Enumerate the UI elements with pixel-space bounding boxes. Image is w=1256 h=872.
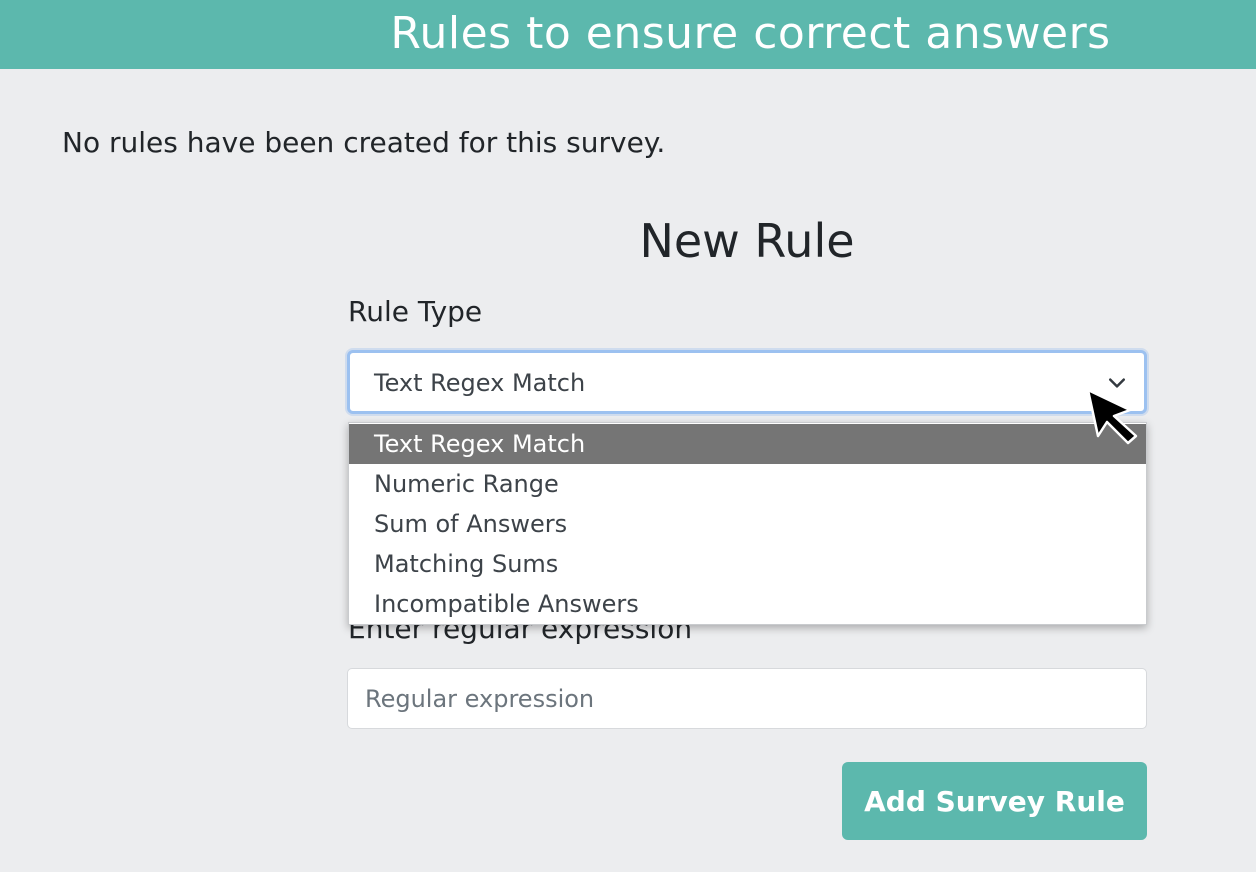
regex-input[interactable] bbox=[347, 668, 1147, 729]
rule-type-option-text-regex-match[interactable]: Text Regex Match bbox=[349, 424, 1146, 464]
page-header: Rules to ensure correct answers bbox=[0, 0, 1256, 69]
rule-type-label: Rule Type bbox=[348, 295, 483, 328]
rule-type-selected-value: Text Regex Match bbox=[374, 369, 586, 397]
new-rule-title: New Rule bbox=[639, 214, 855, 268]
rule-type-dropdown-list: Text Regex Match Numeric Range Sum of An… bbox=[348, 422, 1147, 625]
rule-type-select[interactable]: Text Regex Match bbox=[347, 350, 1147, 414]
rule-type-option-matching-sums[interactable]: Matching Sums bbox=[349, 544, 1146, 584]
rule-type-option-numeric-range[interactable]: Numeric Range bbox=[349, 464, 1146, 504]
mouse-cursor-icon bbox=[1086, 388, 1138, 445]
rule-type-option-sum-of-answers[interactable]: Sum of Answers bbox=[349, 504, 1146, 544]
page-title: Rules to ensure correct answers bbox=[390, 8, 1111, 59]
add-survey-rule-button[interactable]: Add Survey Rule bbox=[842, 762, 1147, 840]
empty-rules-message: No rules have been created for this surv… bbox=[62, 126, 666, 159]
rule-type-option-incompatible-answers[interactable]: Incompatible Answers bbox=[349, 584, 1146, 624]
